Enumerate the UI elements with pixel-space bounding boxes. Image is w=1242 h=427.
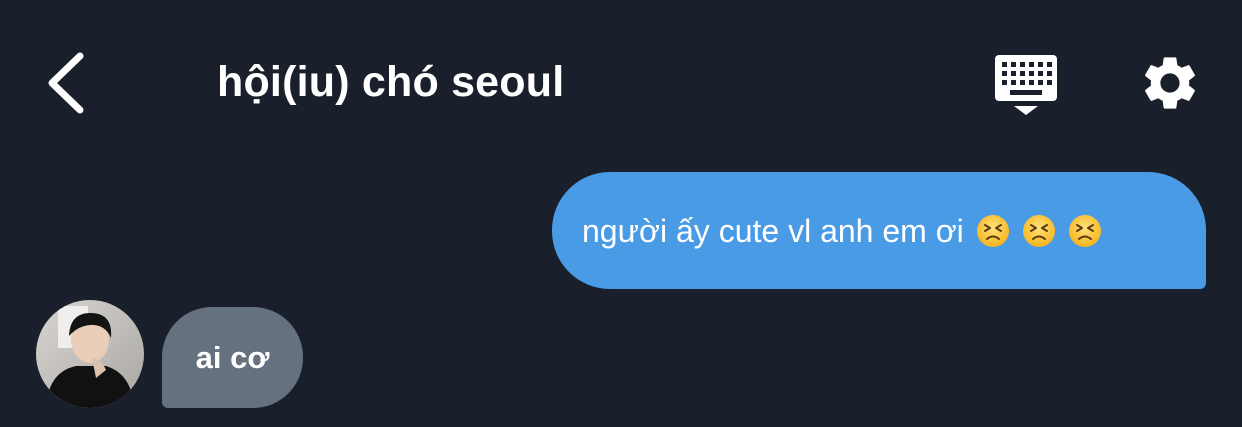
avatar-photo [36, 300, 144, 408]
persevering-face-emoji [1068, 214, 1101, 247]
back-button[interactable] [40, 48, 96, 118]
chat-title: hội(iu) chó seoul [217, 58, 565, 106]
keyboard-icon [995, 55, 1057, 115]
avatar[interactable] [36, 300, 144, 408]
keyboard-toggle-button[interactable] [990, 50, 1062, 120]
incoming-message-bubble[interactable]: ai cơ [162, 307, 303, 408]
outgoing-message-bubble[interactable]: người ấy cute vl anh em ơi [552, 172, 1206, 289]
incoming-message-text: ai cơ [195, 339, 270, 375]
gear-icon [1145, 57, 1195, 109]
settings-button[interactable] [1138, 51, 1202, 115]
chat-header: hội(iu) chó seoul [0, 0, 1242, 160]
persevering-face-emoji [976, 214, 1009, 247]
chevron-left-icon [48, 52, 84, 114]
outgoing-message-text: người ấy cute vl anh em ơi [582, 212, 964, 249]
persevering-face-emoji [1022, 214, 1055, 247]
